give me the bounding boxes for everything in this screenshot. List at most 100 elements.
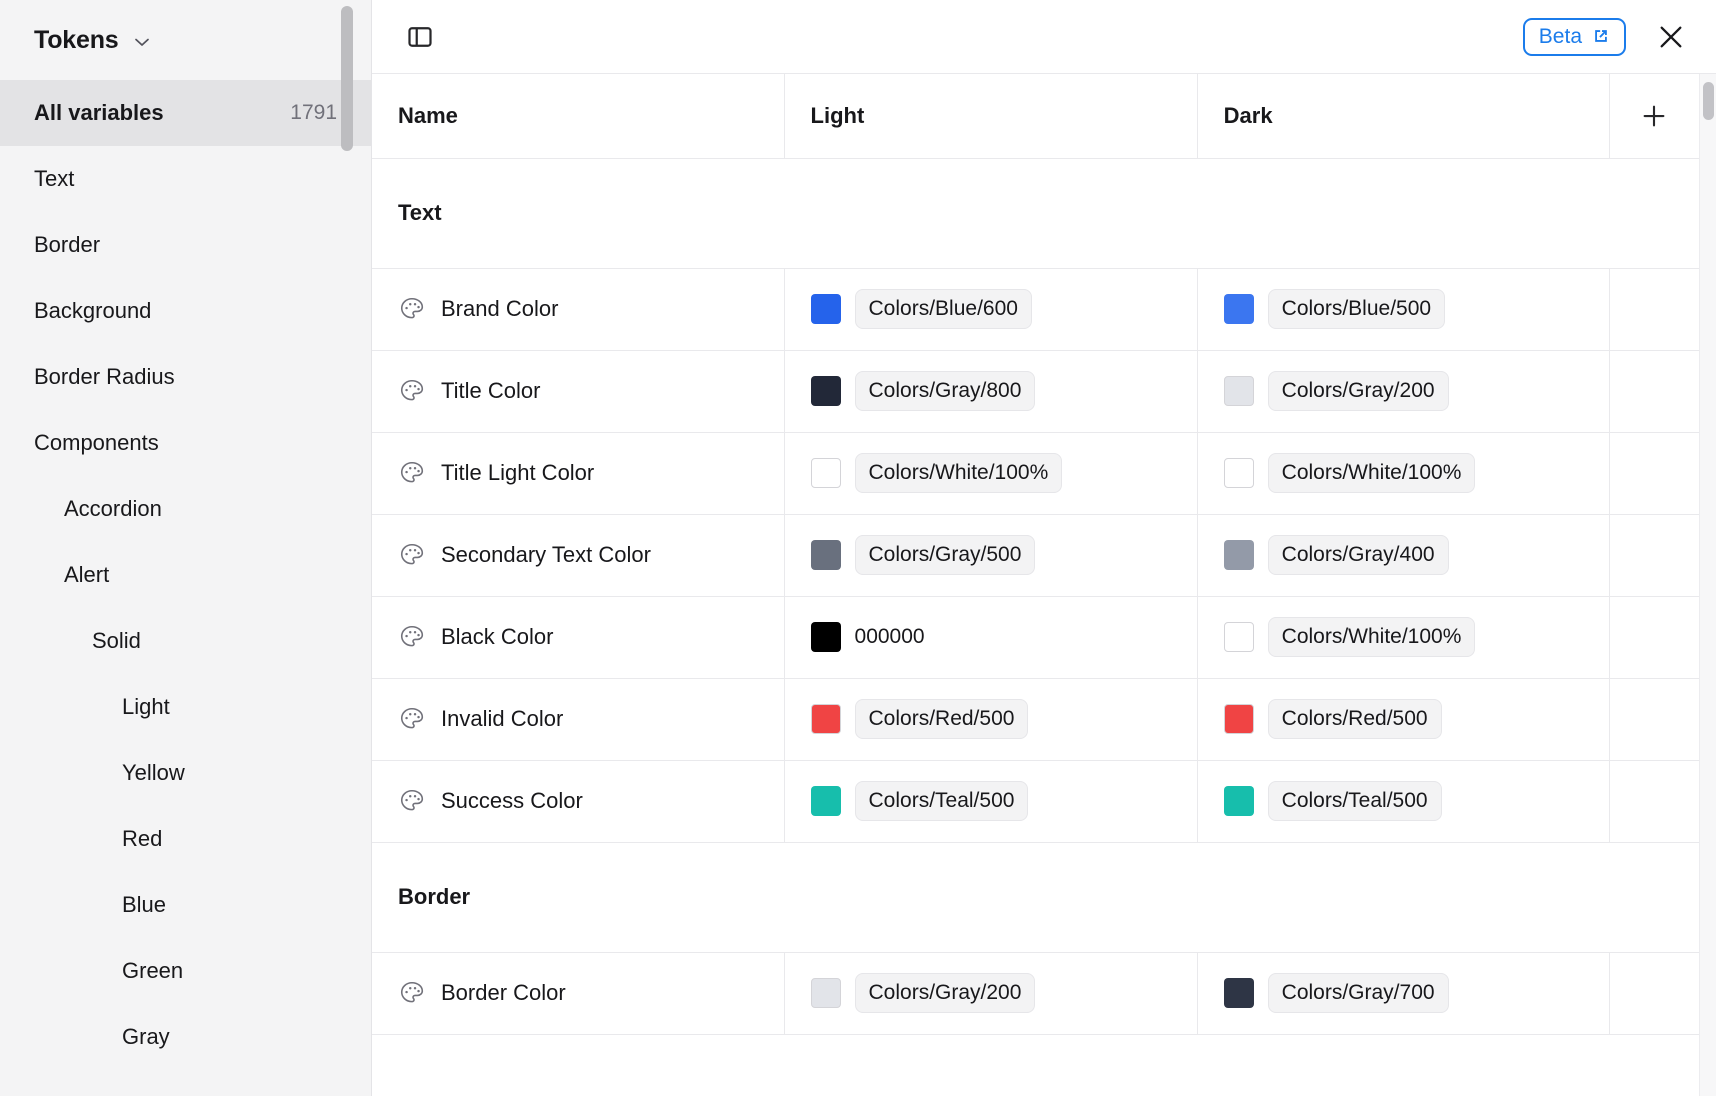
- color-swatch[interactable]: [810, 704, 841, 734]
- token-chip[interactable]: Colors/Blue/500: [1267, 288, 1446, 330]
- color-swatch[interactable]: [810, 540, 841, 570]
- table-row[interactable]: Brand Color Colors/Blue/600 Colors/Blue/50…: [372, 268, 1699, 351]
- variable-value-cell-light[interactable]: Colors/Gray/500: [784, 514, 1198, 597]
- column-header-light[interactable]: Light: [784, 74, 1198, 159]
- token-chip[interactable]: Colors/White/100%: [1267, 616, 1476, 658]
- color-swatch[interactable]: [810, 294, 841, 324]
- variable-name-cell[interactable]: Border Color: [372, 952, 785, 1035]
- variable-name-cell[interactable]: Title Color: [372, 350, 785, 433]
- sidebar-item-border[interactable]: Border: [0, 212, 371, 278]
- token-chip[interactable]: Colors/Gray/700: [1267, 972, 1449, 1014]
- variable-value-cell-light[interactable]: Colors/Blue/600: [784, 268, 1198, 351]
- token-chip[interactable]: Colors/Red/500: [1267, 698, 1442, 740]
- sidebar-item-background[interactable]: Background: [0, 278, 371, 344]
- color-swatch[interactable]: [810, 978, 841, 1008]
- row-actions-cell[interactable]: [1609, 432, 1699, 515]
- table-row[interactable]: Title Color Colors/Gray/800 Colors/Gray/20…: [372, 350, 1699, 433]
- color-swatch[interactable]: [1223, 978, 1254, 1008]
- panel-toggle-icon[interactable]: [398, 15, 442, 59]
- table-row[interactable]: Success Color Colors/Teal/500 Colors/Teal/…: [372, 760, 1699, 843]
- variable-value-cell-dark[interactable]: Colors/Teal/500: [1197, 760, 1610, 843]
- color-swatch[interactable]: [810, 376, 841, 406]
- table-row[interactable]: Title Light Color Colors/White/100% Colors…: [372, 432, 1699, 515]
- token-chip[interactable]: Colors/Red/500: [854, 698, 1029, 740]
- variable-value-cell-dark[interactable]: Colors/Blue/500: [1197, 268, 1610, 351]
- close-icon[interactable]: [1648, 14, 1694, 60]
- column-header-name[interactable]: Name: [372, 74, 785, 159]
- chevron-down-icon[interactable]: [132, 32, 152, 52]
- table-row[interactable]: Invalid Color Colors/Red/500 Colors/Red/50…: [372, 678, 1699, 761]
- variable-value-cell-dark[interactable]: Colors/White/100%: [1197, 432, 1610, 515]
- token-chip[interactable]: Colors/Gray/200: [1267, 370, 1449, 412]
- row-actions-cell[interactable]: [1609, 952, 1699, 1035]
- variable-value-cell-light[interactable]: Colors/Red/500: [784, 678, 1198, 761]
- variable-name-cell[interactable]: Success Color: [372, 760, 785, 843]
- token-chip[interactable]: Colors/Gray/500: [854, 534, 1036, 576]
- token-chip[interactable]: Colors/Teal/500: [1267, 780, 1442, 822]
- row-actions-cell[interactable]: [1609, 350, 1699, 433]
- variable-value-cell-dark[interactable]: Colors/Gray/400: [1197, 514, 1610, 597]
- sidebar-item-yellow[interactable]: Yellow: [0, 740, 371, 806]
- color-swatch[interactable]: [810, 786, 841, 816]
- color-swatch[interactable]: [1223, 458, 1254, 488]
- sidebar-item-text[interactable]: Text: [0, 146, 371, 212]
- table-scrollbar-thumb[interactable]: [1703, 82, 1714, 120]
- color-swatch[interactable]: [1223, 786, 1254, 816]
- variable-name-cell[interactable]: Brand Color: [372, 268, 785, 351]
- token-chip[interactable]: Colors/White/100%: [854, 452, 1063, 494]
- sidebar-scrollbar[interactable]: [341, 0, 353, 1096]
- table-row[interactable]: Secondary Text Color Colors/Gray/500 Color…: [372, 514, 1699, 597]
- color-swatch[interactable]: [810, 458, 841, 488]
- variable-name-cell[interactable]: Title Light Color: [372, 432, 785, 515]
- token-chip[interactable]: Colors/Gray/400: [1267, 534, 1449, 576]
- variable-name-cell[interactable]: Invalid Color: [372, 678, 785, 761]
- variable-value-cell-dark[interactable]: Colors/White/100%: [1197, 596, 1610, 679]
- token-chip[interactable]: Colors/White/100%: [1267, 452, 1476, 494]
- color-swatch[interactable]: [810, 622, 841, 652]
- sidebar-item-blue[interactable]: Blue: [0, 872, 371, 938]
- sidebar-item-green[interactable]: Green: [0, 938, 371, 1004]
- sidebar-item-accordion[interactable]: Accordion: [0, 476, 371, 542]
- sidebar-item-gray[interactable]: Gray: [0, 1004, 371, 1070]
- sidebar-item-light[interactable]: Light: [0, 674, 371, 740]
- token-chip[interactable]: Colors/Teal/500: [854, 780, 1029, 822]
- variable-name-cell[interactable]: Secondary Text Color: [372, 514, 785, 597]
- row-actions-cell[interactable]: [1609, 514, 1699, 597]
- raw-color-value[interactable]: 000000: [855, 625, 925, 649]
- token-chip[interactable]: Colors/Gray/200: [854, 972, 1036, 1014]
- variable-value-cell-light[interactable]: 000000: [784, 596, 1198, 679]
- row-actions-cell[interactable]: [1609, 596, 1699, 679]
- color-swatch[interactable]: [1223, 294, 1254, 324]
- row-actions-cell[interactable]: [1609, 760, 1699, 843]
- variable-value-cell-light[interactable]: Colors/White/100%: [784, 432, 1198, 515]
- sidebar-item-components[interactable]: Components: [0, 410, 371, 476]
- table-scrollbar[interactable]: [1699, 74, 1716, 1096]
- color-swatch[interactable]: [1223, 540, 1254, 570]
- beta-badge[interactable]: Beta: [1522, 17, 1626, 56]
- token-chip[interactable]: Colors/Blue/600: [854, 288, 1032, 330]
- sidebar-item-border-radius[interactable]: Border Radius: [0, 344, 371, 410]
- variable-value-cell-dark[interactable]: Colors/Red/500: [1197, 678, 1610, 761]
- color-swatch[interactable]: [1223, 704, 1254, 734]
- sidebar-item-solid[interactable]: Solid: [0, 608, 371, 674]
- variable-value-cell-light[interactable]: Colors/Gray/200: [784, 952, 1198, 1035]
- add-mode-button[interactable]: [1609, 74, 1699, 159]
- variable-value-cell-dark[interactable]: Colors/Gray/200: [1197, 350, 1610, 433]
- sidebar-item-alert[interactable]: Alert: [0, 542, 371, 608]
- column-header-dark[interactable]: Dark: [1197, 74, 1610, 159]
- sidebar-header[interactable]: Tokens: [0, 0, 371, 80]
- row-actions-cell[interactable]: [1609, 268, 1699, 351]
- variable-value-cell-light[interactable]: Colors/Teal/500: [784, 760, 1198, 843]
- sidebar-item-all-variables[interactable]: All variables 1791: [0, 80, 371, 146]
- table-row[interactable]: Border Color Colors/Gray/200 Colors/Gray/7…: [372, 952, 1699, 1035]
- color-swatch[interactable]: [1223, 622, 1254, 652]
- row-actions-cell[interactable]: [1609, 678, 1699, 761]
- variable-value-cell-dark[interactable]: Colors/Gray/700: [1197, 952, 1610, 1035]
- token-chip[interactable]: Colors/Gray/800: [854, 370, 1036, 412]
- sidebar-scrollbar-thumb[interactable]: [341, 6, 353, 151]
- variable-name-cell[interactable]: Black Color: [372, 596, 785, 679]
- sidebar-item-red[interactable]: Red: [0, 806, 371, 872]
- variable-value-cell-light[interactable]: Colors/Gray/800: [784, 350, 1198, 433]
- table-row[interactable]: Black Color 000000 Colors/White/100%: [372, 596, 1699, 679]
- color-swatch[interactable]: [1223, 376, 1254, 406]
